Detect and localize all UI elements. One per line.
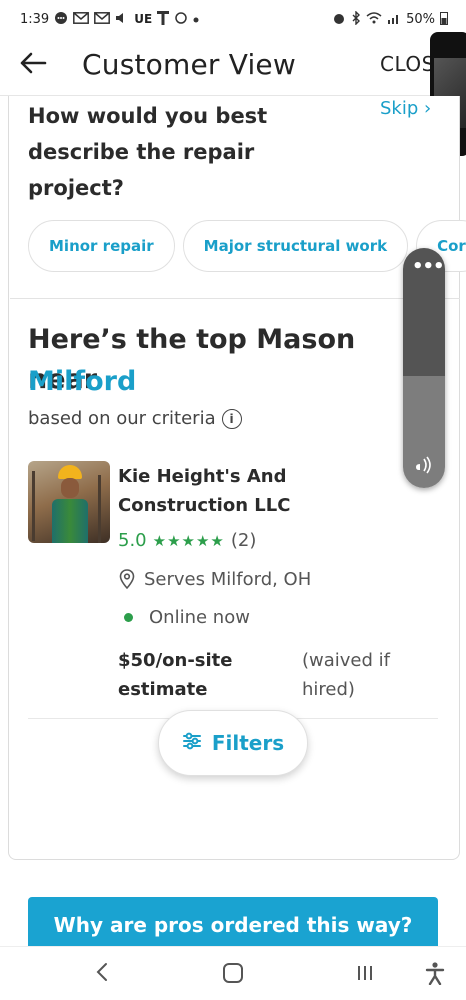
status-time: 1:39 [20,11,50,27]
gmail-icon [73,11,90,27]
photo-vest [52,499,88,543]
page-title: Customer View [82,48,296,81]
battery-percent: 50% [406,11,435,27]
location-pin-icon [118,568,136,590]
results-city[interactable]: Milford [28,362,136,402]
arrow-left-icon [19,52,47,78]
gmail-icon [94,11,111,27]
status-bar-right: 50% [332,9,448,28]
online-row: Online now [118,607,250,628]
star-rating-icon: ★★★★★ [152,531,225,550]
chat-icon [54,11,68,28]
criteria-row: based on our criteria i [28,408,242,429]
serves-row: Serves Milford, OH [118,568,311,590]
back-button[interactable] [16,48,50,82]
chip-major-structural-work[interactable]: Major structural work [182,220,409,272]
status-bar-left: 1:39 UE [20,10,199,28]
dot-icon [193,13,199,26]
skip-link[interactable]: Skip › [380,98,431,119]
system-nav-bar [0,946,466,1000]
answer-chips: Minor repair Major structural work Cor [28,220,466,272]
sliders-icon [182,731,202,755]
nav-back-icon[interactable] [92,961,112,983]
filters-button[interactable]: Filters [158,710,308,776]
more-dots-icon[interactable]: ••• [412,258,445,276]
price-note: (waived if hired) [302,650,390,700]
serves-text: Serves Milford, OH [144,568,312,590]
divider [10,298,460,299]
question-title: How would you best describe the repair p… [28,104,268,200]
nav-recent-apps-icon[interactable] [355,963,375,983]
photo-hard-hat [58,465,82,479]
photo-beam [98,475,101,543]
price-estimate: $50/on-site estimate [118,650,233,700]
filters-label: Filters [211,731,285,755]
alarm-icon [332,11,346,28]
signal-icon [387,12,401,27]
online-dot-icon [124,613,133,622]
volume-icon [115,12,129,27]
chip-minor-repair[interactable]: Minor repair [28,220,175,272]
criteria-text: based on our criteria [28,408,216,429]
accessibility-icon[interactable] [425,961,445,986]
status-bar: 1:39 UE 50% [0,0,466,38]
wifi-icon [366,11,382,27]
photo-beam [32,471,35,541]
sync-icon [174,11,188,28]
skip-label: Skip [380,98,419,119]
why-pros-ordered-button[interactable]: Why are pros ordered this way? [28,897,438,953]
sound-wave-icon[interactable] [414,454,436,476]
battery-icon [440,11,448,28]
bluetooth-icon [351,9,361,28]
nav-home-icon[interactable] [223,963,243,983]
rating-value: 5.0 [118,530,147,551]
floating-side-panel[interactable]: ••• [403,248,445,488]
pro-photo[interactable] [28,461,110,543]
photo-face [61,478,79,498]
t-mobile-icon [157,10,170,28]
review-count: (2) [230,530,257,551]
info-icon[interactable]: i [221,408,242,429]
chevron-right-icon: › [418,98,432,119]
pro-name[interactable]: Kie Height's And Construction LLC [118,462,408,520]
rating-row: 5.0 ★★★★★ (2) [118,530,256,551]
app-header: Customer View CLOSE [0,38,466,96]
ue-label: UE [134,12,153,26]
online-status: Online now [149,607,250,628]
